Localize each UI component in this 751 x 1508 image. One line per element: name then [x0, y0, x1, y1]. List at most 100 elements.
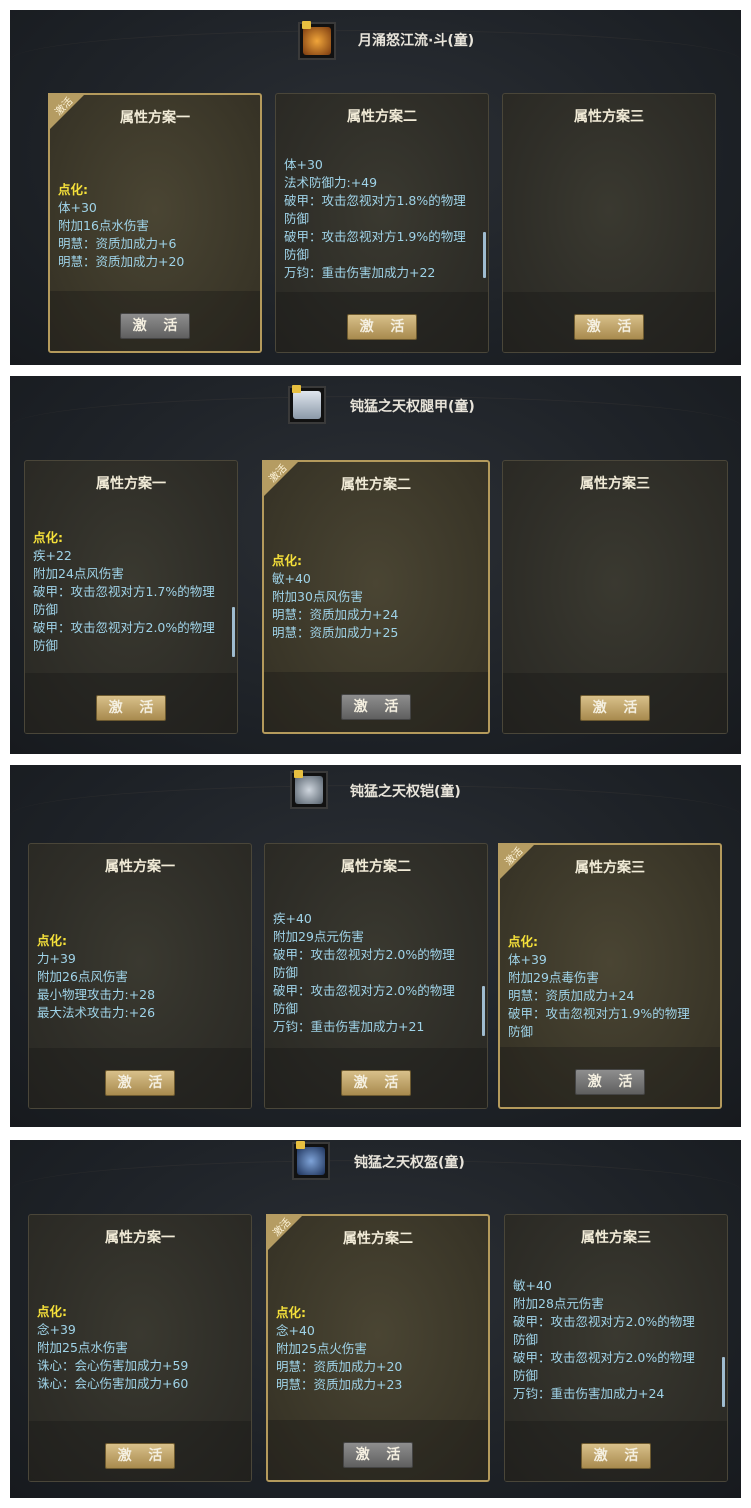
attr-line: 点化:	[37, 1304, 67, 1319]
activate-button[interactable]: 激 活	[105, 1070, 175, 1096]
item-icon-4[interactable]	[292, 1141, 330, 1180]
attr-line: 防御	[33, 602, 59, 617]
attr-line: 防御	[513, 1368, 539, 1383]
attr-line: 附加25点火伤害	[276, 1341, 367, 1356]
activate-button[interactable]: 激 活	[343, 1442, 413, 1468]
scheme-header: 属性方案一	[105, 859, 175, 875]
attr-line: 防御	[273, 1001, 299, 1016]
attr-line: 疾+22	[33, 548, 72, 563]
scrollbar[interactable]	[722, 1357, 725, 1407]
attr-line: 附加28点元伤害	[513, 1296, 604, 1311]
item-icon-2[interactable]	[288, 385, 326, 424]
attr-line: 防御	[284, 247, 310, 262]
activate-button[interactable]: 激 活	[574, 314, 644, 340]
scheme-card-3[interactable]: 激活 属性方案三 点化: 体+39 附加29点毒伤害 明慧：资质加成力+24 破…	[498, 843, 722, 1109]
scheme-card-1[interactable]: 属性方案一 点化: 疾+22 附加24点风伤害 破甲：攻击忽视对方1.7%的物理…	[24, 460, 238, 734]
scheme-card-2[interactable]: 激活 属性方案二 点化: 敏+40 附加30点风伤害 明慧：资质加成力+24 明…	[262, 460, 490, 734]
attr-line: 附加29点毒伤害	[508, 970, 599, 985]
scrollbar[interactable]	[482, 986, 485, 1036]
scheme-attributes: 疾+40 附加29点元伤害 破甲：攻击忽视对方2.0%的物理 防御 破甲：攻击忽…	[273, 910, 481, 1040]
scheme-header: 属性方案一	[96, 476, 166, 492]
attr-line: 附加25点水伤害	[37, 1340, 128, 1355]
attr-line: 点化:	[272, 553, 302, 568]
scheme-attributes: 点化: 敏+40 附加30点风伤害 明慧：资质加成力+24 明慧：资质加成力+2…	[272, 552, 482, 682]
attr-line: 最大法术攻击力:+26	[37, 1005, 156, 1020]
scrollbar[interactable]	[483, 232, 486, 278]
attr-line: 防御	[33, 638, 59, 653]
equipment-panel-4: 钝猛之天权盔(童) 属性方案一 点化: 念+39 附加25点水伤害 诛心：会心伤…	[10, 1140, 741, 1498]
scheme-attributes: 点化: 力+39 附加26点风伤害 最小物理攻击力:+28 最大法术攻击力:+2…	[37, 932, 245, 1062]
scheme-card-3[interactable]: 属性方案三 敏+40 附加28点元伤害 破甲：攻击忽视对方2.0%的物理 防御 …	[504, 1214, 728, 1482]
scheme-attributes: 体+30 法术防御力:+49 破甲：攻击忽视对方1.8%的物理 防御 破甲：攻击…	[284, 156, 482, 286]
activate-button[interactable]: 激 活	[96, 695, 166, 721]
activate-button[interactable]: 激 活	[575, 1069, 645, 1095]
activate-button[interactable]: 激 活	[347, 314, 417, 340]
attr-line: 点化:	[508, 934, 538, 949]
attr-line: 念+39	[37, 1322, 76, 1337]
attr-line: 敏+40	[272, 571, 311, 586]
attr-line: 点化:	[37, 933, 67, 948]
attr-line: 力+39	[37, 951, 76, 966]
attr-line: 万钧：重击伤害加成力+24	[513, 1386, 665, 1401]
attr-line: 破甲：攻击忽视对方1.8%的物理	[284, 193, 466, 208]
scheme-attributes: 敏+40 附加28点元伤害 破甲：攻击忽视对方2.0%的物理 防御 破甲：攻击忽…	[513, 1277, 721, 1407]
scheme-card-3[interactable]: 属性方案三 激 活	[502, 460, 728, 734]
attr-line: 最小物理攻击力:+28	[37, 987, 156, 1002]
attr-line: 敏+40	[513, 1278, 552, 1293]
activate-button[interactable]: 激 活	[581, 1443, 651, 1469]
scheme-attributes: 点化: 体+39 附加29点毒伤害 明慧：资质加成力+24 破甲：攻击忽视对方1…	[508, 933, 714, 1063]
scheme-card-1[interactable]: 激活 属性方案一 点化: 体+30 附加16点水伤害 明慧：资质加成力+6 明慧…	[48, 93, 262, 353]
activate-button[interactable]: 激 活	[341, 694, 411, 720]
scheme-card-1[interactable]: 属性方案一 点化: 力+39 附加26点风伤害 最小物理攻击力:+28 最大法术…	[28, 843, 252, 1109]
attr-line: 破甲：攻击忽视对方1.9%的物理	[508, 1006, 690, 1021]
item-icon-3[interactable]	[290, 770, 328, 809]
scheme-attributes: 点化: 疾+22 附加24点风伤害 破甲：攻击忽视对方1.7%的物理 防御 破甲…	[33, 529, 231, 659]
lock-icon	[296, 1141, 305, 1149]
attr-line: 诛心：会心伤害加成力+59	[37, 1358, 189, 1373]
activate-button[interactable]: 激 活	[120, 313, 190, 339]
item-icon-1[interactable]	[298, 21, 336, 60]
attr-line: 万钧：重击伤害加成力+21	[273, 1019, 425, 1034]
scheme-header: 属性方案一	[105, 1230, 175, 1246]
item-title: 钝猛之天权腿甲(童)	[350, 399, 475, 415]
lock-icon	[292, 385, 301, 393]
attr-line: 破甲：攻击忽视对方2.0%的物理	[273, 983, 455, 998]
attr-line: 破甲：攻击忽视对方2.0%的物理	[33, 620, 215, 635]
equipment-panel-3: 钝猛之天权铠(童) 属性方案一 点化: 力+39 附加26点风伤害 最小物理攻击…	[10, 765, 741, 1127]
attr-line: 破甲：攻击忽视对方1.9%的物理	[284, 229, 466, 244]
scheme-header: 属性方案三	[581, 1230, 651, 1246]
scheme-header: 属性方案二	[341, 859, 411, 875]
equipment-panel-1: 月涌怒江流·斗(童) 激活 属性方案一 点化: 体+30 附加16点水伤害 明慧…	[10, 10, 741, 365]
attr-line: 诛心：会心伤害加成力+60	[37, 1376, 189, 1391]
attr-line: 体+30	[58, 200, 97, 215]
attr-line: 防御	[273, 965, 299, 980]
attr-line: 法术防御力:+49	[284, 175, 378, 190]
lock-icon	[302, 21, 311, 29]
attr-line: 破甲：攻击忽视对方1.7%的物理	[33, 584, 215, 599]
attr-line: 附加26点风伤害	[37, 969, 128, 984]
scheme-header: 属性方案三	[580, 476, 650, 492]
scheme-card-2[interactable]: 属性方案二 体+30 法术防御力:+49 破甲：攻击忽视对方1.8%的物理 防御…	[275, 93, 489, 353]
scheme-card-1[interactable]: 属性方案一 点化: 念+39 附加25点水伤害 诛心：会心伤害加成力+59 诛心…	[28, 1214, 252, 1482]
attr-line: 破甲：攻击忽视对方2.0%的物理	[513, 1314, 695, 1329]
scheme-card-2[interactable]: 属性方案二 疾+40 附加29点元伤害 破甲：攻击忽视对方2.0%的物理 防御 …	[264, 843, 488, 1109]
attr-line: 明慧：资质加成力+20	[276, 1359, 403, 1374]
attr-line: 破甲：攻击忽视对方2.0%的物理	[273, 947, 455, 962]
attr-line: 附加29点元伤害	[273, 929, 364, 944]
attr-line: 明慧：资质加成力+6	[58, 236, 177, 251]
scheme-header: 属性方案三	[574, 109, 644, 125]
item-title: 钝猛之天权盔(童)	[354, 1155, 465, 1171]
attr-line: 防御	[284, 211, 310, 226]
attr-line: 附加30点风伤害	[272, 589, 363, 604]
scheme-card-2[interactable]: 激活 属性方案二 点化: 念+40 附加25点火伤害 明慧：资质加成力+20 明…	[266, 1214, 490, 1482]
attr-line: 体+39	[508, 952, 547, 967]
activate-button[interactable]: 激 活	[105, 1443, 175, 1469]
lock-icon	[294, 770, 303, 778]
scheme-attributes: 点化: 念+40 附加25点火伤害 明慧：资质加成力+20 明慧：资质加成力+2…	[276, 1304, 482, 1434]
activate-button[interactable]: 激 活	[341, 1070, 411, 1096]
scheme-card-3[interactable]: 属性方案三 激 活	[502, 93, 716, 353]
scrollbar[interactable]	[232, 607, 235, 657]
activate-button[interactable]: 激 活	[580, 695, 650, 721]
item-title: 钝猛之天权铠(童)	[350, 784, 461, 800]
attr-line: 明慧：资质加成力+24	[508, 988, 635, 1003]
